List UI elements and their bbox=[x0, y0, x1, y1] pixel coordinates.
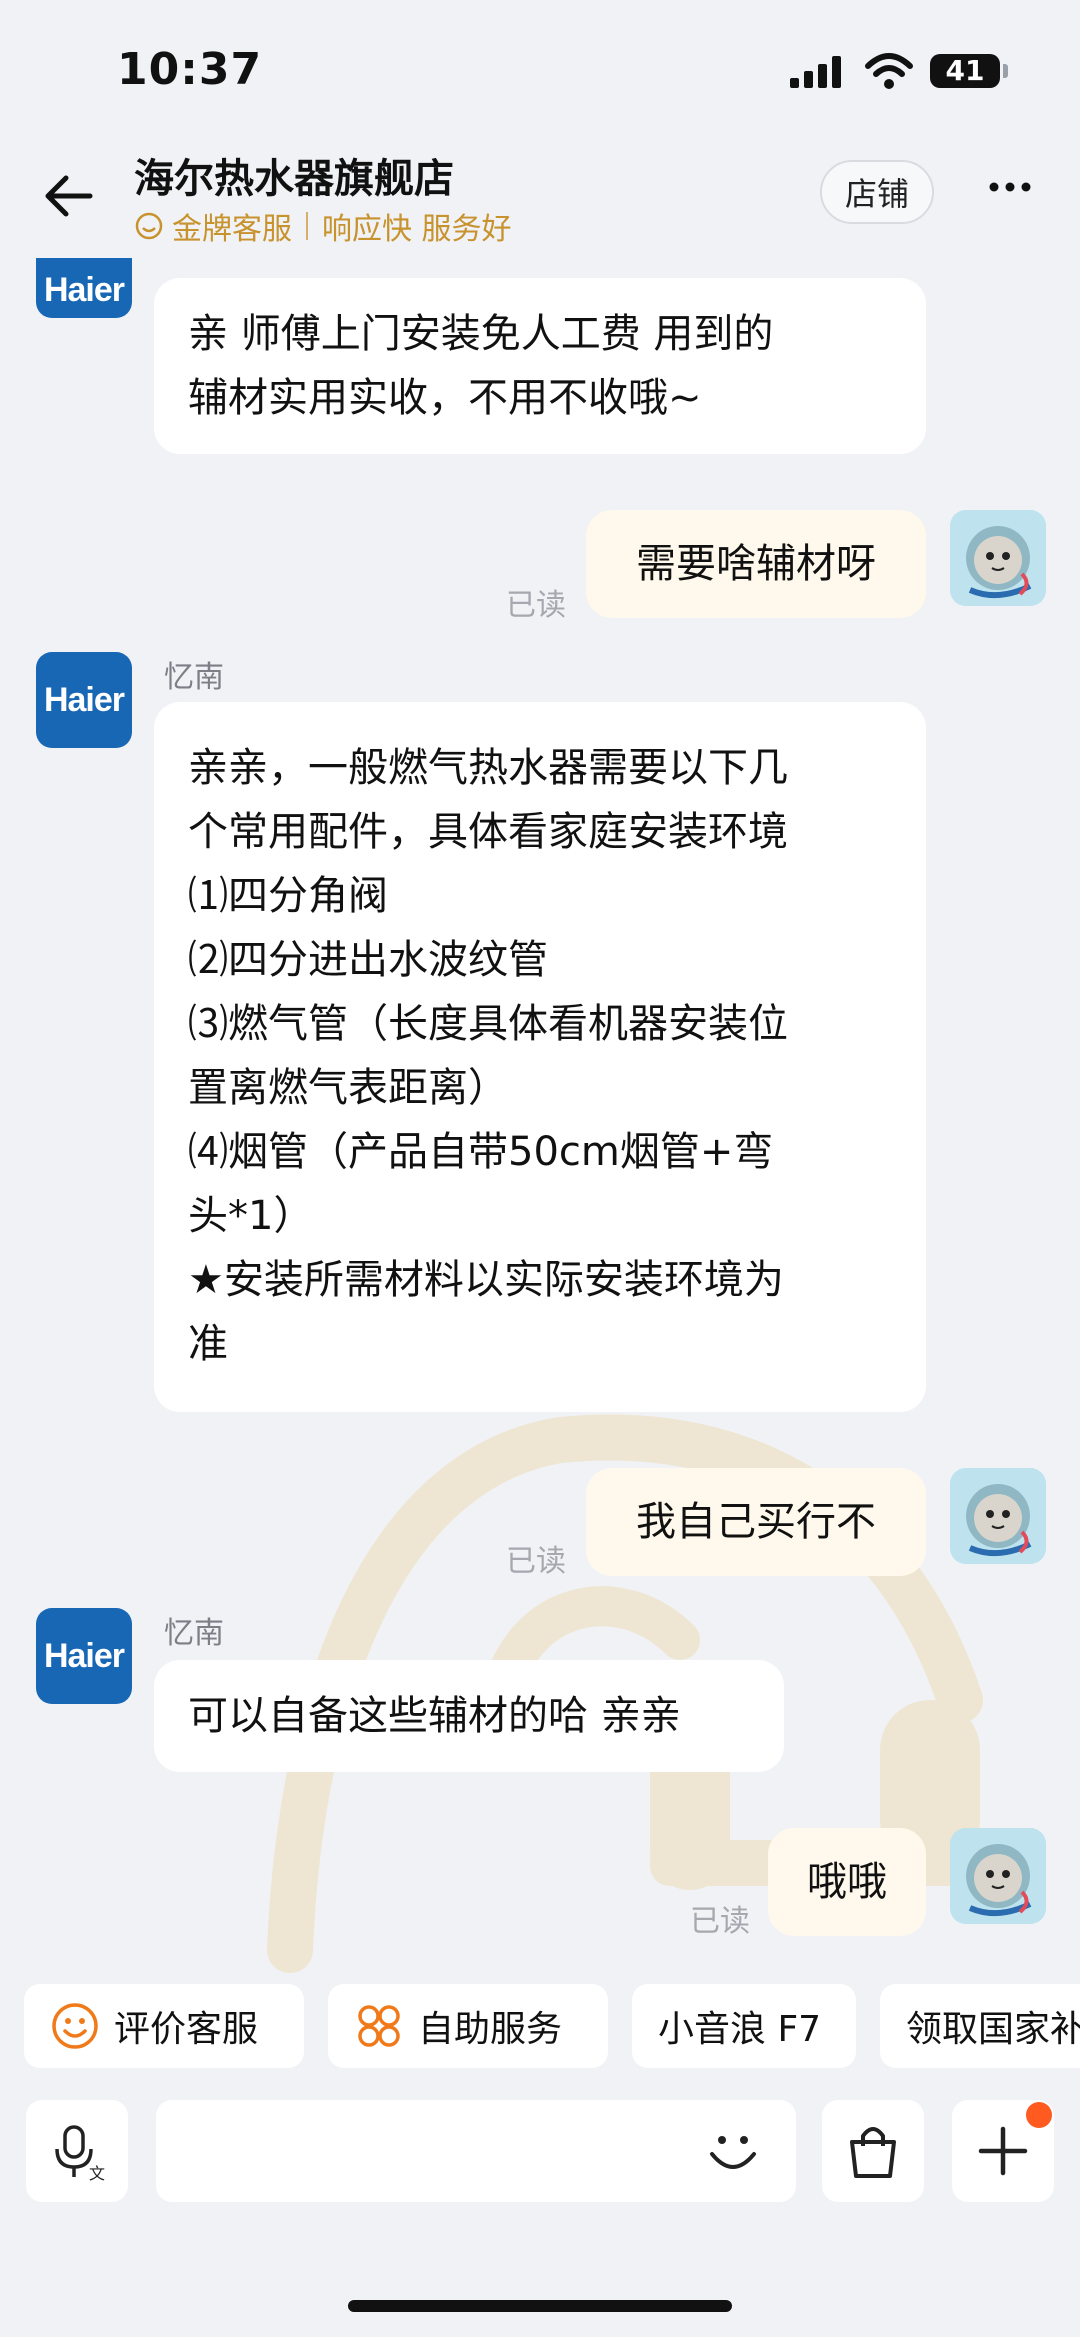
my-message: 我自己买行不 bbox=[586, 1468, 926, 1576]
message-line: 准 bbox=[188, 1321, 228, 1367]
message-line: 亲 师傅上门安装免人工费 用到的 bbox=[188, 311, 774, 357]
self-service-icon bbox=[358, 2005, 400, 2047]
wifi-icon bbox=[865, 53, 913, 89]
agent-avatar[interactable]: Haier bbox=[36, 258, 132, 318]
back-arrow-icon[interactable] bbox=[40, 168, 96, 224]
quick-action-speaker[interactable]: 小音浪 F7 bbox=[632, 1984, 856, 2068]
svg-text:文: 文 bbox=[89, 2164, 105, 2181]
agent-avatar[interactable]: Haier bbox=[36, 1608, 132, 1704]
bag-icon bbox=[850, 2127, 896, 2178]
battery-cap bbox=[1003, 64, 1008, 78]
gold-service-badge: 金牌客服 bbox=[172, 212, 292, 247]
smile-badge-icon bbox=[135, 212, 163, 240]
chip-label: 自助服务 bbox=[418, 2009, 563, 2050]
message-text: 可以自备这些辅材的哈 亲亲 bbox=[188, 1693, 681, 1739]
message-line: ⑷烟管（产品自带50cm烟管+弯 bbox=[188, 1129, 774, 1175]
agent-message: 亲 师傅上门安装免人工费 用到的 辅材实用实收，不用不收哦~ bbox=[154, 278, 926, 454]
quick-action-rate-service[interactable]: 评价客服 bbox=[24, 1984, 304, 2068]
chip-label: 小音浪 F7 bbox=[658, 2009, 822, 2050]
divider bbox=[306, 212, 308, 240]
quick-action-self-service[interactable]: 自助服务 bbox=[328, 1984, 608, 2068]
message-line: ⑴四分角阀 bbox=[188, 873, 388, 919]
service-tags: 金牌客服 响应快 服务好 bbox=[134, 204, 512, 248]
notification-dot bbox=[1026, 2102, 1052, 2128]
service-quality-tags: 响应快 服务好 bbox=[322, 212, 512, 247]
message-line: ⑵四分进出水波纹管 bbox=[188, 937, 548, 983]
message-input[interactable] bbox=[156, 2100, 796, 2202]
shop-title[interactable]: 海尔热水器旗舰店 bbox=[134, 146, 454, 204]
user-avatar[interactable] bbox=[950, 1828, 1046, 1924]
agent-message: 亲亲，一般燃气热水器需要以下几 个常用配件，具体看家庭安装环境 ⑴四分角阀 ⑵四… bbox=[154, 702, 926, 1412]
chip-label: 评价客服 bbox=[114, 2009, 259, 2050]
emoji-icon[interactable] bbox=[702, 2120, 764, 2182]
user-avatar-image bbox=[950, 1468, 1046, 1564]
home-indicator bbox=[348, 2300, 732, 2312]
message-line: 亲亲，一般燃气热水器需要以下几 bbox=[188, 745, 788, 791]
read-status: 已读 bbox=[506, 1544, 566, 1579]
user-avatar-image bbox=[950, 1828, 1046, 1924]
message-line: 个常用配件，具体看家庭安装环境 bbox=[188, 809, 788, 855]
plus-icon bbox=[978, 2126, 1028, 2176]
rate-smile-icon bbox=[52, 2003, 98, 2049]
my-message: 需要啥辅材呀 bbox=[586, 510, 926, 618]
quick-action-subsidy[interactable]: 领取国家补贴 bbox=[880, 1984, 1080, 2068]
chip-label: 领取国家补贴 bbox=[906, 2009, 1080, 2050]
store-button[interactable]: 店铺 bbox=[820, 160, 934, 224]
signal-icon bbox=[790, 56, 841, 88]
more-icon[interactable] bbox=[988, 180, 1032, 194]
message-line: 头*1） bbox=[188, 1193, 314, 1239]
voice-input-button[interactable]: 文 bbox=[26, 2100, 128, 2202]
message-line: 辅材实用实收，不用不收哦~ bbox=[188, 375, 702, 421]
message-line: ⑶燃气管（长度具体看机器安装位 bbox=[188, 1001, 788, 1047]
voice-input-icon: 文 bbox=[55, 2125, 105, 2181]
read-status: 已读 bbox=[506, 588, 566, 623]
read-status: 已读 bbox=[690, 1904, 750, 1939]
status-time: 10:37 bbox=[117, 44, 263, 95]
agent-message: 可以自备这些辅材的哈 亲亲 bbox=[154, 1660, 784, 1772]
message-line: 置离燃气表距离） bbox=[188, 1065, 508, 1111]
user-avatar-image bbox=[950, 510, 1046, 606]
user-avatar[interactable] bbox=[950, 1468, 1046, 1564]
battery-indicator: 41 bbox=[930, 54, 1000, 88]
agent-avatar[interactable]: Haier bbox=[36, 652, 132, 748]
my-message: 哦哦 bbox=[768, 1828, 926, 1936]
agent-name: 忆南 bbox=[164, 1616, 224, 1651]
user-avatar[interactable] bbox=[950, 510, 1046, 606]
message-line: ★安装所需材料以实际安装环境为 bbox=[188, 1257, 784, 1303]
orders-button[interactable] bbox=[822, 2100, 924, 2202]
agent-name: 忆南 bbox=[164, 660, 224, 695]
